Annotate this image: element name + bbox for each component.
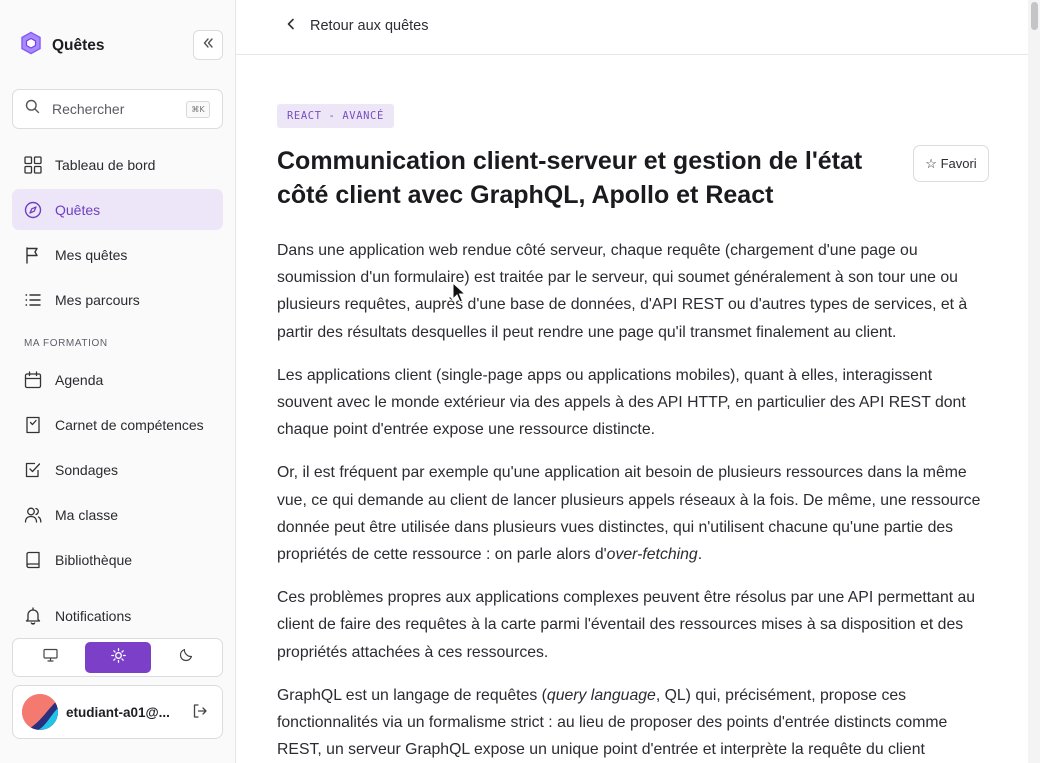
brand-title: Quêtes: [52, 36, 105, 54]
compass-icon: [24, 201, 42, 219]
collapse-sidebar-button[interactable]: [193, 30, 223, 60]
avatar: [22, 694, 58, 730]
paragraph: Ces problèmes propres aux applications c…: [277, 589, 976, 661]
moon-icon: [179, 648, 193, 667]
nav-item-label: Carnet de compétences: [55, 416, 204, 433]
book-icon: [24, 551, 42, 569]
nav-item-my-quests[interactable]: Mes quêtes: [12, 234, 223, 275]
paragraph: Les applications client (single-page app…: [277, 366, 966, 439]
nav-item-class[interactable]: Ma classe: [12, 494, 223, 535]
scrollbar-thumb[interactable]: [1031, 2, 1038, 30]
favorite-button[interactable]: ☆ Favori: [913, 145, 989, 182]
nav-item-my-paths[interactable]: Mes parcours: [12, 279, 223, 320]
bell-icon: [24, 606, 42, 625]
double-chevron-left-icon: [202, 36, 214, 54]
back-to-quests-link[interactable]: Retour aux quêtes: [286, 18, 429, 34]
theme-dark-button[interactable]: [153, 642, 219, 673]
nav-item-label: Bibliothèque: [55, 551, 133, 568]
nav-item-label: Quêtes: [55, 201, 101, 218]
skills-book-icon: [24, 416, 42, 434]
user-name: etudiant-a01@...: [66, 704, 170, 720]
monitor-icon: [42, 648, 58, 667]
category-tag: REACT - AVANCÉ: [277, 104, 394, 128]
sidebar: Quêtes Rechercher ⌘K Tableau de bord Quê…: [0, 0, 236, 763]
article-body: Dans une application web rendue côté ser…: [277, 237, 989, 763]
hexagon-logo-icon: [20, 31, 42, 60]
section-label-formation: MA FORMATION: [24, 338, 108, 349]
list-icon: [24, 291, 42, 309]
nav-item-label: Notifications: [55, 607, 132, 624]
brand[interactable]: Quêtes: [20, 31, 105, 60]
nav-item-label: Ma classe: [55, 506, 119, 523]
back-link-label: Retour aux quêtes: [310, 18, 429, 34]
nav-item-quests[interactable]: Quêtes: [12, 189, 223, 230]
nav-item-notifications[interactable]: Notifications: [12, 595, 223, 636]
scrollbar-track[interactable]: [1028, 0, 1040, 763]
article-header: REACT - AVANCÉ: [277, 104, 989, 128]
search-input[interactable]: Rechercher ⌘K: [12, 89, 223, 129]
nav-item-surveys[interactable]: Sondages: [12, 449, 223, 490]
flag-icon: [24, 246, 42, 264]
logout-icon[interactable]: [192, 703, 208, 724]
paragraph: GraphQL est un langage de requêtes (quer…: [277, 686, 948, 759]
users-icon: [24, 506, 42, 524]
sun-icon: [110, 647, 126, 668]
nav-item-label: Tableau de bord: [55, 156, 156, 173]
search-shortcut-badge: ⌘K: [186, 101, 210, 118]
user-card[interactable]: etudiant-a01@...: [12, 685, 223, 739]
nav-item-dashboard[interactable]: Tableau de bord: [12, 144, 223, 185]
nav-item-agenda[interactable]: Agenda: [12, 359, 223, 400]
theme-system-button[interactable]: [17, 642, 83, 673]
page-title: Communication client-serveur et gestion …: [277, 147, 863, 209]
search-icon: [25, 99, 40, 119]
dashboard-icon: [24, 155, 42, 174]
nav-item-library[interactable]: Bibliothèque: [12, 539, 223, 580]
nav-item-label: Sondages: [55, 461, 119, 478]
topbar: Retour aux quêtes: [236, 0, 1028, 55]
paragraph: Dans une application web rendue côté ser…: [277, 242, 968, 341]
theme-switcher: [12, 638, 223, 677]
nav-item-label: Mes quêtes: [55, 246, 128, 263]
paragraph: Or, il est fréquent par exemple qu'une a…: [277, 464, 981, 564]
nav-item-label: Agenda: [55, 371, 104, 388]
theme-light-button[interactable]: [85, 642, 151, 673]
chevron-left-icon: [286, 18, 296, 34]
nav-item-skills[interactable]: Carnet de compétences: [12, 404, 223, 445]
calendar-icon: [24, 370, 42, 389]
search-placeholder: Rechercher: [52, 101, 125, 117]
survey-check-icon: [24, 461, 42, 479]
nav-item-label: Mes parcours: [55, 291, 140, 308]
mouse-cursor-icon: [452, 281, 468, 309]
